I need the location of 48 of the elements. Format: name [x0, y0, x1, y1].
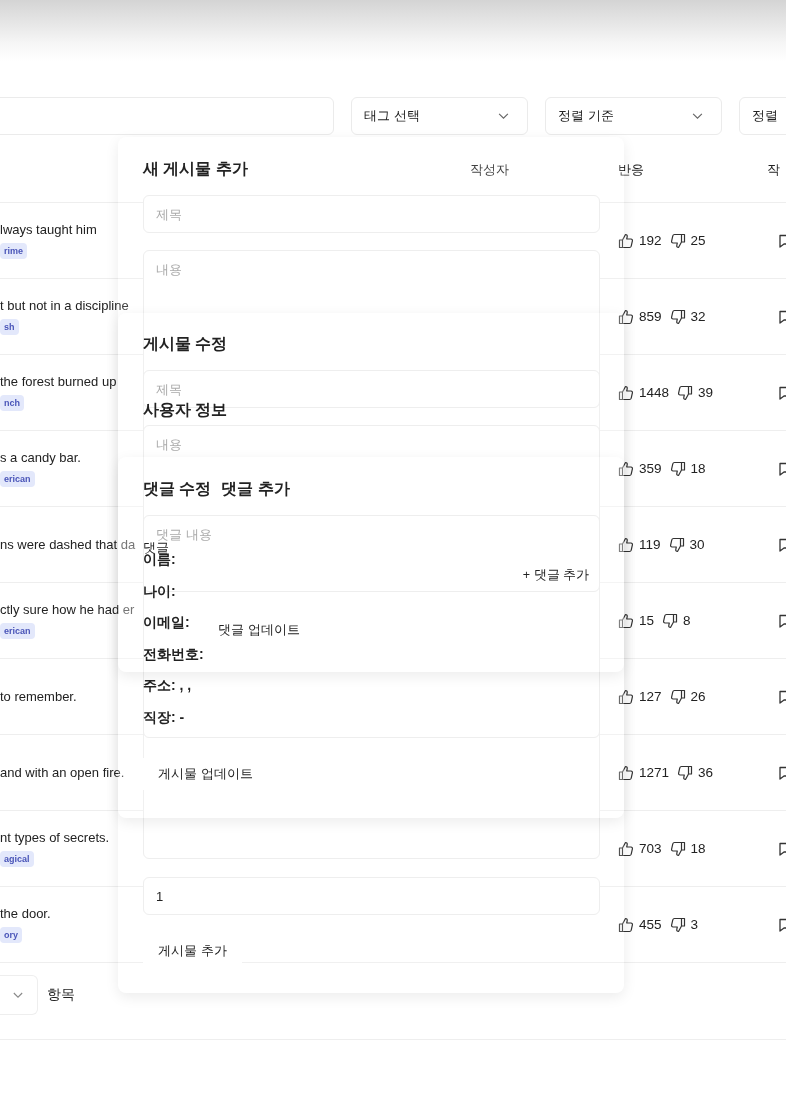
info-field: 직장: - — [143, 707, 228, 740]
tag: erican — [0, 623, 35, 639]
tag: rime — [0, 243, 27, 259]
dislike-count: 25 — [690, 233, 706, 248]
dislike-count: 36 — [698, 765, 714, 780]
dislike-count: 18 — [690, 841, 706, 856]
like-count: 703 — [639, 841, 662, 856]
tag: nch — [0, 395, 24, 411]
post-title: and with an open fire. — [0, 765, 125, 780]
like-count: 455 — [639, 917, 662, 932]
dialog-title: 게시물 수정 — [143, 334, 228, 354]
dislike-count: 32 — [690, 309, 706, 324]
post-title: to remember. — [0, 689, 77, 704]
dislike-count: 26 — [690, 689, 706, 704]
post-title: ns were dashed that da — [0, 537, 136, 552]
like-count: 119 — [639, 537, 661, 552]
post-title: nt types of secrets. — [0, 830, 110, 845]
dislike-count: 39 — [698, 385, 714, 400]
dislike-count: 3 — [690, 917, 699, 932]
dialog-title: 댓글 추가 — [221, 479, 290, 499]
tag: erican — [0, 471, 35, 487]
info-field: 주소: , , — [143, 676, 228, 708]
dislike-count: 8 — [683, 613, 691, 628]
like-count: 127 — [639, 689, 662, 704]
post-title: lways taught him — [0, 222, 97, 237]
post-title: s a candy bar. — [0, 450, 81, 465]
like-count: 859 — [639, 309, 662, 324]
post-title: the door. — [0, 906, 51, 921]
dislike-count: 18 — [690, 461, 706, 476]
column-header: 작 — [767, 162, 780, 177]
column-header: 반응 — [618, 162, 644, 177]
info-field: 전화번호: — [143, 644, 228, 677]
tag: agical — [0, 851, 34, 867]
like-count: 192 — [639, 233, 662, 248]
dialog-title: 새 게시물 추가 — [143, 159, 248, 179]
tag: sh — [0, 319, 19, 335]
like-count: 359 — [639, 461, 662, 476]
post-title: ctly sure how he had er — [0, 602, 135, 617]
column-header: 작성자 — [470, 162, 509, 177]
dialog-title: 댓글 수정 — [143, 479, 212, 499]
like-count: 1271 — [639, 765, 670, 780]
like-count: 15 — [639, 613, 655, 628]
post-title: t but not in a discipline — [0, 298, 129, 313]
dislike-count: 30 — [689, 537, 705, 552]
post-title: the forest burned up — [0, 374, 117, 389]
like-count: 1448 — [639, 385, 670, 400]
tag: ory — [0, 927, 22, 943]
page-size-label: 항목 — [47, 986, 75, 1004]
